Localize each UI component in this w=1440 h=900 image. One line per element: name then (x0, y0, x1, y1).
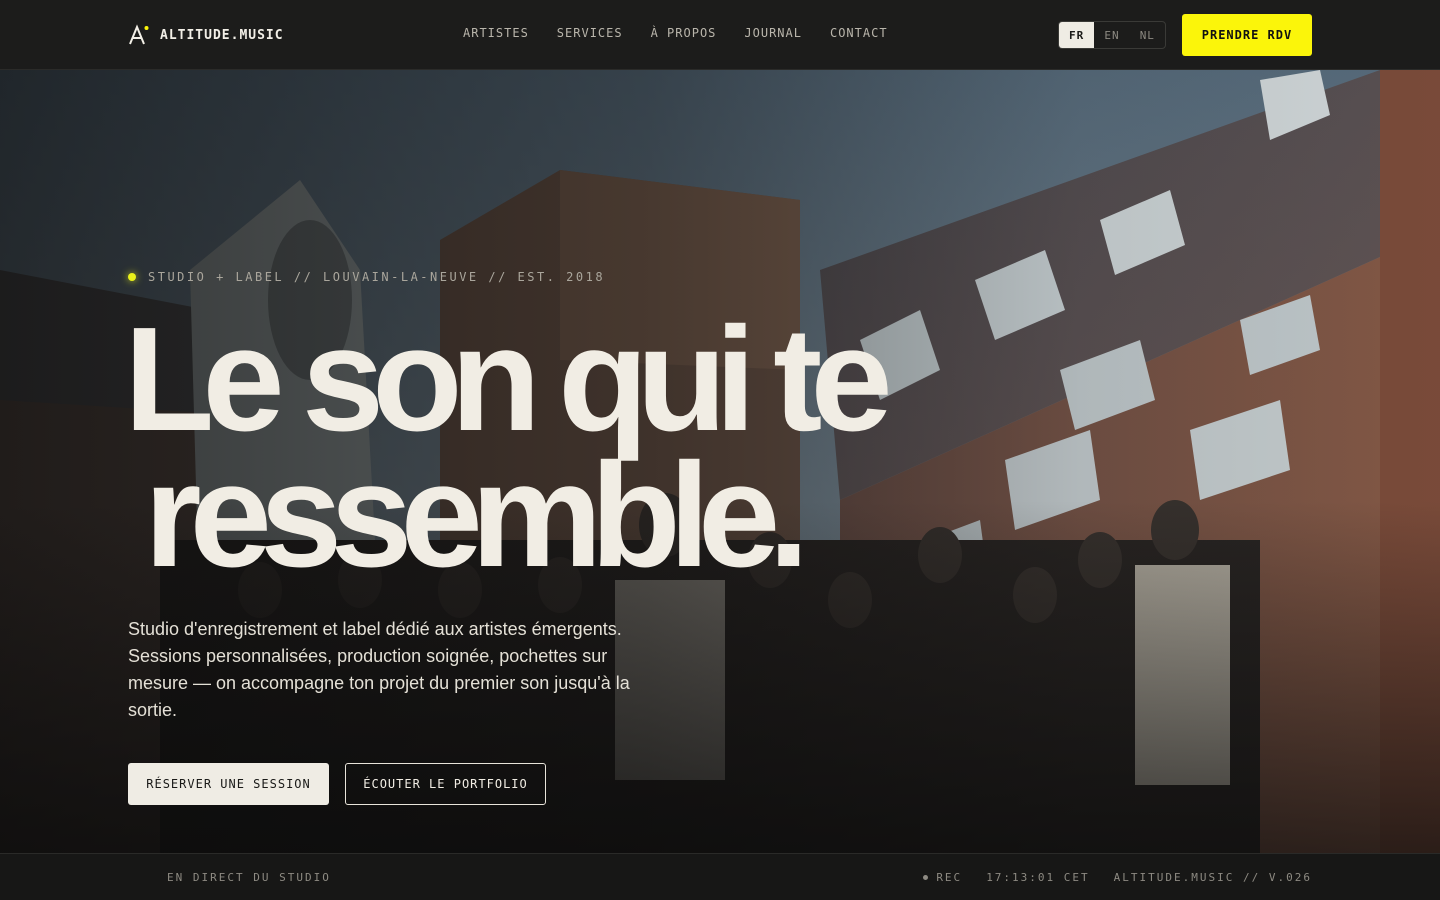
listen-portfolio-button[interactable]: ÉCOUTER LE PORTFOLIO (345, 763, 546, 805)
hero-headline: Le son qui te ressemble. (124, 306, 1024, 598)
brand-name: ALTITUDE.MUSIC (160, 27, 284, 43)
language-switcher: FR EN NL (1058, 21, 1166, 49)
altitude-a-icon (128, 24, 150, 46)
live-dot-icon (128, 273, 136, 281)
nav-item-a-propos[interactable]: À PROPOS (651, 26, 717, 40)
hero-eyebrow: STUDIO + LABEL // LOUVAIN-LA-NEUVE // ES… (128, 270, 605, 284)
live-from-studio-label: EN DIRECT DU STUDIO (167, 871, 331, 884)
studio-status-info: REC 17:13:01 CET ALTITUDE.MUSIC // V.026 (923, 871, 1312, 884)
rec-indicator: REC (923, 871, 962, 884)
rec-label: REC (936, 871, 963, 884)
site-version: ALTITUDE.MUSIC // V.026 (1113, 871, 1312, 884)
nav-item-services[interactable]: SERVICES (557, 26, 623, 40)
nav-item-contact[interactable]: CONTACT (830, 26, 888, 40)
top-navigation-bar: ALTITUDE.MUSIC ARTISTES SERVICES À PROPO… (0, 0, 1440, 70)
studio-status-strip: EN DIRECT DU STUDIO REC 17:13:01 CET ALT… (0, 853, 1440, 900)
hero-headline-line-2: ressemble. (144, 433, 809, 598)
book-session-button[interactable]: RÉSERVER UNE SESSION (128, 763, 329, 805)
nav-item-artistes[interactable]: ARTISTES (463, 26, 529, 40)
language-option-nl[interactable]: NL (1130, 22, 1165, 48)
brand-logo[interactable]: ALTITUDE.MUSIC (128, 24, 284, 46)
nav-item-journal[interactable]: JOURNAL (744, 26, 802, 40)
book-appointment-button[interactable]: PRENDRE RDV (1182, 14, 1312, 56)
language-option-en[interactable]: EN (1094, 22, 1129, 48)
hero-eyebrow-text: STUDIO + LABEL // LOUVAIN-LA-NEUVE // ES… (148, 270, 606, 284)
studio-clock: 17:13:01 CET (986, 871, 1090, 884)
language-option-fr[interactable]: FR (1059, 22, 1095, 48)
rec-dot-icon (923, 875, 929, 880)
hero-description: Studio d'enregistrement et label dédié a… (128, 619, 630, 720)
main-nav: ARTISTES SERVICES À PROPOS JOURNAL CONTA… (463, 26, 888, 40)
